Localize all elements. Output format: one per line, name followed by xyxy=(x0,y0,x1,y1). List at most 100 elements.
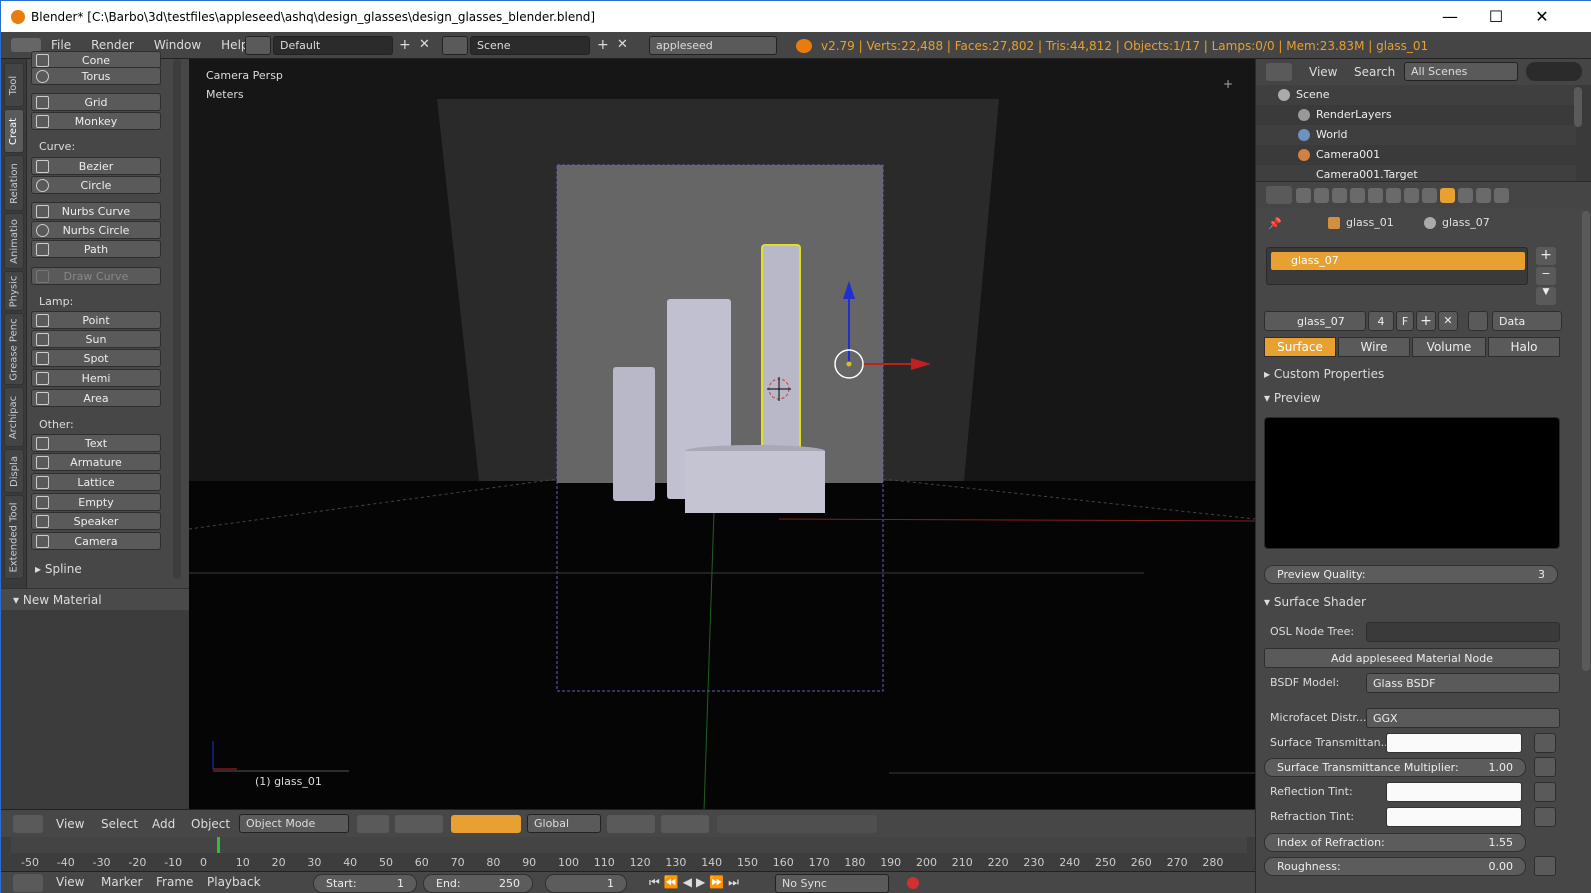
remove-layout-icon[interactable]: ✕ xyxy=(419,37,430,52)
editor-type-icon[interactable] xyxy=(1266,63,1292,81)
tab-halo[interactable]: Halo xyxy=(1488,337,1560,357)
record-icon[interactable] xyxy=(907,877,919,889)
refraction-tint-color[interactable] xyxy=(1386,807,1522,827)
tab-archipack[interactable]: Archipac xyxy=(4,387,24,447)
outliner-item-scene[interactable]: Scene xyxy=(1256,85,1576,105)
tab-extended-tool[interactable]: Extended Tool xyxy=(4,495,24,579)
properties-scrollbar[interactable] xyxy=(1582,211,1590,671)
link-icon[interactable] xyxy=(1468,311,1488,331)
end-frame-field[interactable]: End: 250 xyxy=(423,874,533,893)
material-users-count[interactable]: 4 xyxy=(1368,311,1394,331)
add-sun-lamp-button[interactable]: Sun xyxy=(31,330,161,348)
tab-tool[interactable]: Tool xyxy=(4,63,24,107)
tab-physics[interactable]: Physic xyxy=(4,271,24,311)
menu-playback[interactable]: Playback xyxy=(207,875,261,889)
add-scene-icon[interactable]: + xyxy=(597,37,609,53)
object-tab-icon[interactable] xyxy=(1368,188,1383,203)
material-slot-list[interactable]: glass_07 xyxy=(1266,247,1528,285)
add-point-lamp-button[interactable]: Point xyxy=(31,311,161,329)
material-slot-item[interactable]: glass_07 xyxy=(1271,252,1525,270)
surface-shader-panel-header[interactable]: ▾ Surface Shader xyxy=(1264,595,1564,609)
ior-field[interactable]: Index of Refraction: 1.55 xyxy=(1264,833,1526,852)
add-lattice-button[interactable]: Lattice xyxy=(31,473,161,491)
manipulator-center-icon[interactable] xyxy=(846,361,852,367)
properties-toggle-icon[interactable]: + xyxy=(1223,77,1233,91)
timeline[interactable]: -50 -40 -30 -20 -10 0 10 20 30 40 50 60 70 80 90 100 110… xyxy=(1,837,1255,871)
reflection-tint-color[interactable] xyxy=(1386,782,1522,802)
tab-volume[interactable]: Volume xyxy=(1412,337,1486,357)
layout-grid-icon[interactable] xyxy=(245,36,271,55)
modifiers-tab-icon[interactable] xyxy=(1404,188,1419,203)
outliner-item-camera001-target[interactable]: Camera001.Target xyxy=(1256,165,1576,181)
menu-add[interactable]: Add xyxy=(152,817,175,831)
scene-select[interactable]: Scene xyxy=(470,36,590,55)
physics-tab-icon[interactable] xyxy=(1494,188,1509,203)
add-hemi-lamp-button[interactable]: Hemi xyxy=(31,369,161,387)
playback-controls-icon[interactable]: ⏮⏪◀▶⏩⏭ xyxy=(649,875,743,890)
constraints-tab-icon[interactable] xyxy=(1386,188,1401,203)
add-nurbs-curve-button[interactable]: Nurbs Curve xyxy=(31,202,161,220)
texture-link-icon[interactable] xyxy=(1534,856,1556,876)
tab-surface[interactable]: Surface xyxy=(1264,337,1336,357)
maximize-button[interactable]: ☐ xyxy=(1473,1,1519,32)
editor-type-icon[interactable] xyxy=(1266,186,1292,204)
outliner[interactable]: Scene RenderLayers World Camera001 Camer… xyxy=(1256,85,1591,181)
orientation-select[interactable]: Global xyxy=(527,814,601,833)
texture-link-icon[interactable] xyxy=(1534,733,1556,753)
layout-select[interactable]: Default xyxy=(273,36,393,55)
menu-view[interactable]: View xyxy=(56,875,84,889)
outliner-scrollbar[interactable] xyxy=(1574,87,1582,127)
surface-transmittance-color[interactable] xyxy=(1386,733,1522,753)
menu-window[interactable]: Window xyxy=(144,38,211,52)
start-frame-field[interactable]: Start: 1 xyxy=(313,874,417,893)
osl-node-tree-field[interactable] xyxy=(1366,622,1560,642)
menu-file[interactable]: File xyxy=(41,38,81,52)
tab-grease-pencil[interactable]: Grease Penc xyxy=(4,313,24,385)
tab-animation[interactable]: Animatio xyxy=(4,213,24,269)
display-mode-select[interactable]: All Scenes xyxy=(1404,62,1518,81)
outliner-item-world[interactable]: World xyxy=(1256,125,1576,145)
sync-select[interactable]: No Sync xyxy=(775,874,889,893)
remove-slot-button[interactable]: − xyxy=(1536,267,1556,285)
add-circle-button[interactable]: Circle xyxy=(31,176,161,194)
data-tab-icon[interactable] xyxy=(1422,188,1437,203)
material-name-field[interactable]: glass_07 xyxy=(1264,311,1366,331)
remove-scene-icon[interactable]: ✕ xyxy=(617,37,628,52)
texture-tab-icon[interactable] xyxy=(1458,188,1473,203)
layers-grid[interactable] xyxy=(661,815,709,833)
editor-type-icon[interactable] xyxy=(13,874,43,892)
menu-select[interactable]: Select xyxy=(101,817,138,831)
add-bezier-button[interactable]: Bezier xyxy=(31,157,161,175)
fake-user-button[interactable]: F xyxy=(1396,311,1414,331)
current-frame-indicator[interactable] xyxy=(217,837,220,853)
preview-panel-header[interactable]: ▾ Preview xyxy=(1264,391,1564,405)
particles-tab-icon[interactable] xyxy=(1476,188,1491,203)
render-tab-icon[interactable] xyxy=(1296,188,1311,203)
add-area-lamp-button[interactable]: Area xyxy=(31,389,161,407)
pin-icon[interactable]: 📌 xyxy=(1268,217,1282,230)
spline-panel-header[interactable]: ▸ Spline xyxy=(35,562,82,576)
texture-link-icon[interactable] xyxy=(1534,782,1556,802)
add-slot-button[interactable]: + xyxy=(1536,247,1556,265)
timeline-scrub-area[interactable] xyxy=(11,837,1247,853)
tab-display[interactable]: Displa xyxy=(4,449,24,493)
shading-select-icon[interactable] xyxy=(357,815,389,833)
editor-type-icon[interactable] xyxy=(11,38,41,52)
menu-view[interactable]: View xyxy=(1309,65,1337,79)
add-nurbs-circle-button[interactable]: Nurbs Circle xyxy=(31,221,161,239)
add-armature-button[interactable]: Armature xyxy=(31,453,161,471)
tool-shelf-scrollbar[interactable] xyxy=(173,59,181,579)
texture-link-icon[interactable] xyxy=(1534,757,1556,777)
minimize-button[interactable]: — xyxy=(1427,1,1473,32)
new-material-panel-header[interactable]: ▾ New Material xyxy=(1,588,189,610)
add-text-button[interactable]: Text xyxy=(31,434,161,452)
outliner-item-renderlayers[interactable]: RenderLayers xyxy=(1256,105,1576,125)
add-appleseed-node-button[interactable]: Add appleseed Material Node xyxy=(1264,648,1560,668)
tab-relation[interactable]: Relation xyxy=(4,155,24,211)
link-type-select[interactable]: Data xyxy=(1492,311,1562,331)
render-layers-tab-icon[interactable] xyxy=(1314,188,1329,203)
material-tab-icon[interactable] xyxy=(1440,188,1455,203)
tab-wire[interactable]: Wire xyxy=(1338,337,1410,357)
texture-link-icon[interactable] xyxy=(1534,807,1556,827)
unlink-material-button[interactable]: ✕ xyxy=(1438,311,1458,331)
